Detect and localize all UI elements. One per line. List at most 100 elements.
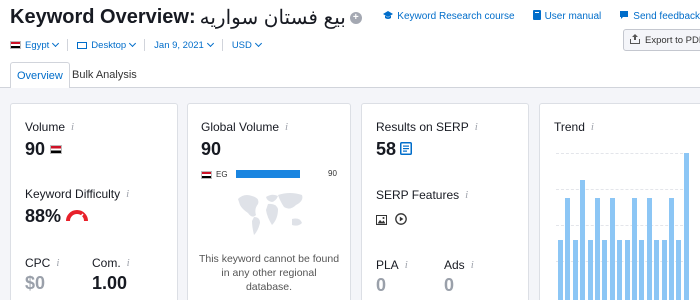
country-volume-bar-fill xyxy=(236,170,300,178)
chevron-down-icon xyxy=(52,39,60,48)
kd-label-row: Keyword Difficulty i xyxy=(25,187,129,201)
date-select[interactable]: Jan 9, 2021 xyxy=(154,39,214,51)
tab-overview[interactable]: Overview xyxy=(10,62,70,89)
volume-label: Volume xyxy=(25,120,66,134)
serp-document-icon[interactable] xyxy=(400,139,413,160)
info-icon[interactable]: i xyxy=(56,257,59,269)
volume-card: Volume i 90 Keyword Difficulty i 88% CPC… xyxy=(10,103,178,300)
info-icon[interactable]: i xyxy=(465,189,468,201)
info-icon[interactable]: i xyxy=(471,259,474,271)
volume-label-row: Volume i xyxy=(25,120,74,134)
currency-select[interactable]: USD xyxy=(232,39,262,51)
send-feedback-label: Send feedback xyxy=(633,11,700,22)
global-volume-value: 90 xyxy=(201,139,222,159)
global-volume-label: Global Volume xyxy=(201,120,280,134)
country-volume-value: 90 xyxy=(328,169,337,178)
device-select[interactable]: Desktop xyxy=(77,39,137,51)
device-value: Desktop xyxy=(91,39,127,51)
kd-value-row: 88% xyxy=(25,206,89,227)
ads-label: Ads xyxy=(444,258,465,272)
trend-bar[interactable] xyxy=(580,180,586,300)
info-icon[interactable]: i xyxy=(126,188,129,200)
trend-bar[interactable] xyxy=(669,198,674,300)
info-icon[interactable]: i xyxy=(475,121,478,133)
graduation-cap-icon xyxy=(383,10,394,23)
keyword-research-course-label: Keyword Research course xyxy=(397,11,515,22)
trend-bar[interactable] xyxy=(624,240,630,300)
export-label: Export to PDF xyxy=(645,34,700,46)
global-volume-card: Global Volume i 90 EG 90 This keyword ca… xyxy=(187,103,351,300)
pla-value: 0 xyxy=(376,275,387,295)
top-links: Keyword Research course User manual Send… xyxy=(365,10,700,23)
info-icon[interactable]: i xyxy=(285,121,288,133)
chevron-down-icon xyxy=(129,39,137,48)
trend-bar[interactable] xyxy=(587,240,593,300)
info-icon[interactable]: i xyxy=(71,121,74,133)
chevron-down-icon xyxy=(254,39,262,48)
keyword-research-course-link[interactable]: Keyword Research course xyxy=(383,10,515,23)
country-row: EG xyxy=(201,170,228,179)
volume-value-row: 90 xyxy=(25,139,66,160)
country-volume-bar xyxy=(236,170,300,178)
com-label: Com. xyxy=(92,256,121,270)
pla-label: PLA xyxy=(376,258,399,272)
book-icon xyxy=(532,10,541,23)
trend-label-row: Trend i xyxy=(554,120,594,134)
chevron-down-icon xyxy=(206,39,214,48)
world-map-icon xyxy=(230,189,310,244)
trend-bar[interactable] xyxy=(565,198,571,300)
content-area: Volume i 90 Keyword Difficulty i 88% CPC… xyxy=(0,88,700,300)
info-icon[interactable]: i xyxy=(405,259,408,271)
trend-label: Trend xyxy=(554,120,585,134)
com-label-row: Com. i xyxy=(92,256,130,270)
page-title: Keyword Overview: بيع فستان سواريه + xyxy=(10,5,362,30)
kd-value: 88% xyxy=(25,206,62,226)
trend-bar[interactable] xyxy=(639,240,645,300)
info-icon[interactable]: i xyxy=(127,257,130,269)
trend-bar[interactable] xyxy=(609,198,615,300)
user-manual-link[interactable]: User manual xyxy=(532,10,602,23)
export-to-pdf-button[interactable]: Export to PDF xyxy=(623,29,700,51)
tab-bulk-analysis[interactable]: Bulk Analysis xyxy=(66,62,143,88)
results-on-serp-label: Results on SERP xyxy=(376,120,469,134)
video-play-icon[interactable] xyxy=(395,212,407,230)
no-data-message: This keyword cannot be found in any othe… xyxy=(188,252,350,294)
user-manual-label: User manual xyxy=(544,11,602,22)
info-icon[interactable]: i xyxy=(591,121,594,133)
trend-bar[interactable] xyxy=(661,240,667,300)
trend-bar[interactable] xyxy=(602,240,608,300)
filter-bar: Egypt Desktop Jan 9, 2021 USD xyxy=(10,39,262,51)
no-data-line: in any other regional xyxy=(221,267,317,279)
date-value: Jan 9, 2021 xyxy=(154,39,204,51)
trend-bar[interactable] xyxy=(654,240,660,300)
trend-bar[interactable] xyxy=(595,198,600,300)
global-volume-label-row: Global Volume i xyxy=(201,120,288,134)
trend-bar[interactable] xyxy=(632,198,637,300)
trend-bar[interactable] xyxy=(683,153,689,300)
trend-bar[interactable] xyxy=(676,240,682,300)
ads-value: 0 xyxy=(444,275,455,295)
desktop-icon xyxy=(77,41,88,49)
tab-bar: Overview Bulk Analysis xyxy=(0,62,700,89)
divider xyxy=(144,39,146,51)
keyword-text: بيع فستان سواريه xyxy=(199,7,346,29)
send-feedback-link[interactable]: Send feedback xyxy=(619,10,700,23)
serp-features-icons xyxy=(376,212,407,230)
cpc-label: CPC xyxy=(25,256,51,270)
trend-bar[interactable] xyxy=(646,198,652,300)
country-code: EG xyxy=(216,170,228,179)
trend-bar[interactable] xyxy=(558,240,563,300)
image-icon[interactable] xyxy=(376,212,387,230)
add-keyword-icon[interactable]: + xyxy=(349,11,362,24)
country-select[interactable]: Egypt xyxy=(10,39,60,51)
kd-label: Keyword Difficulty xyxy=(25,187,121,201)
com-value: 1.00 xyxy=(92,273,128,293)
trend-bar[interactable] xyxy=(572,240,578,300)
egypt-flag-icon xyxy=(10,41,21,49)
header: Keyword Overview: بيع فستان سواريه + Key… xyxy=(0,0,700,98)
results-on-serp-value: 58 xyxy=(376,139,397,159)
no-data-line: database. xyxy=(245,281,293,293)
results-on-serp-label-row: Results on SERP i xyxy=(376,120,478,134)
trend-bar[interactable] xyxy=(617,240,623,300)
ads-label-row: Ads i xyxy=(444,258,474,272)
